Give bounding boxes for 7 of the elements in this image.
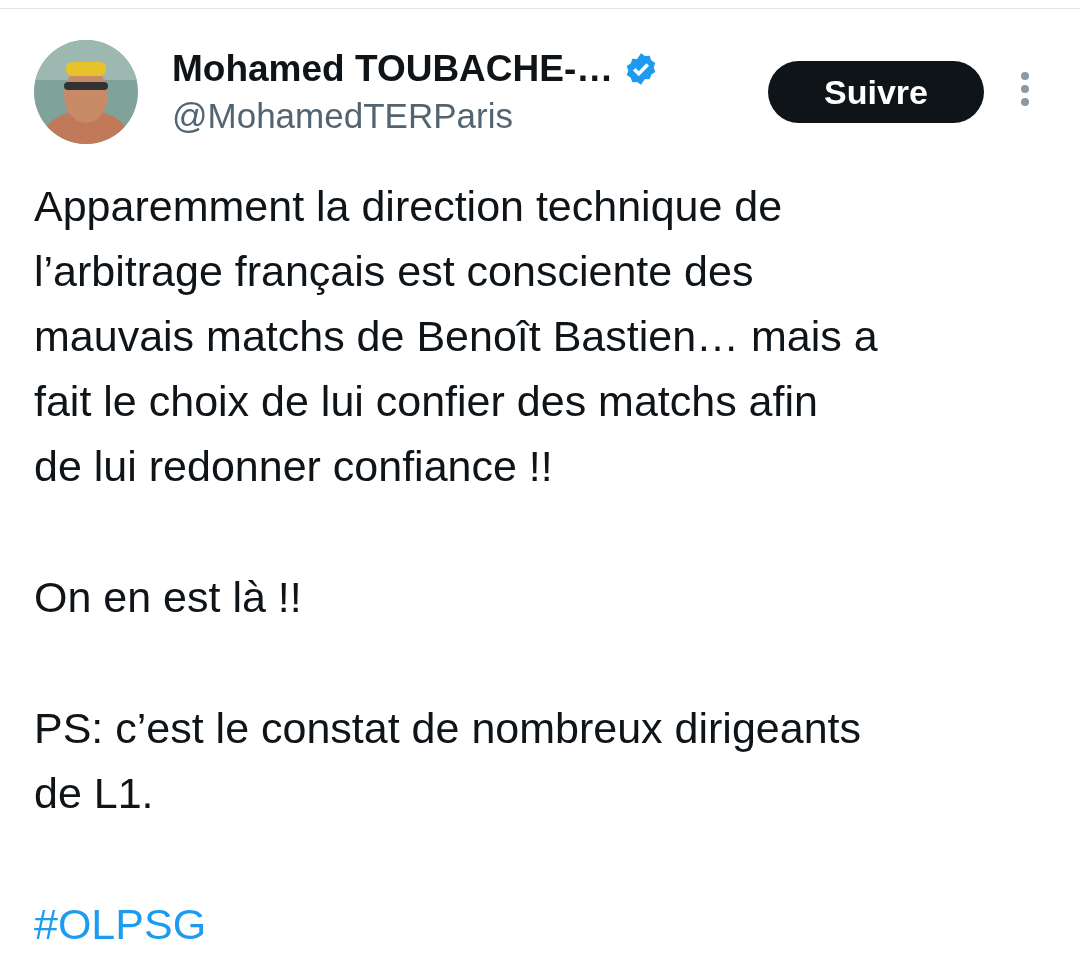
more-options-icon[interactable] <box>1020 71 1030 107</box>
tweet-paragraph: PS: c’est le constat de nombreux dirigeants de L1. <box>34 703 862 819</box>
follow-button[interactable]: Suivre <box>768 61 984 123</box>
author-handle: @MohamedTERParis <box>172 96 514 136</box>
tweet-paragraph: On en est là !! <box>34 572 303 623</box>
tweet-paragraph: Apparemment la direction technique de l’arbitrage français est consciente des mauvais matchs de Benoît Bastien… mais a fait le choix de lui confier des matchs afin de lui redonner confiance !! <box>34 181 879 492</box>
author-name[interactable]: Mohamed TOUBACHE-… <box>172 48 614 90</box>
